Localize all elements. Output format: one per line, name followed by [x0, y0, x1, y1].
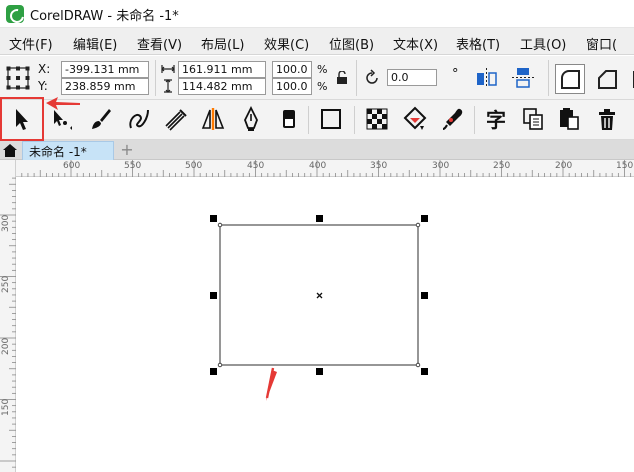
selection-handle-bottom[interactable]: [316, 368, 323, 375]
separator: [474, 106, 475, 134]
property-bar: X: Y: -399.131 mm 238.859 mm 161.911 mm …: [0, 56, 634, 100]
center-marker-icon: [316, 292, 323, 299]
degree-symbol-icon: °: [452, 67, 459, 82]
mirror-vertical-icon[interactable]: [510, 65, 536, 91]
pen-tool-button[interactable]: [234, 102, 268, 136]
annotation-arrow-icon: [46, 97, 80, 110]
transparency-tool-button[interactable]: [360, 102, 394, 136]
separator: [356, 60, 357, 96]
tab-document-label: 未命名 -1*: [29, 145, 87, 159]
menu-effects[interactable]: 效果(C): [264, 34, 309, 53]
dimension-tool-button[interactable]: [196, 102, 230, 136]
ruler-label: 150: [1, 398, 11, 416]
scale-width-field[interactable]: 100.0: [272, 61, 312, 78]
node[interactable]: [217, 222, 223, 228]
scale-height-percent: %: [317, 80, 328, 93]
menu-view[interactable]: 查看(V): [137, 34, 182, 53]
rectangle-tool-button[interactable]: [314, 102, 348, 136]
menu-table[interactable]: 表格(T): [456, 34, 500, 53]
text-tool-button[interactable]: 字: [480, 102, 514, 136]
scale-width-percent: %: [317, 63, 328, 76]
home-icon[interactable]: [2, 142, 18, 158]
separator: [308, 106, 309, 134]
ruler-label: 300: [1, 214, 11, 232]
separator: [548, 60, 549, 96]
smart-drawing-tool-button[interactable]: [158, 102, 192, 136]
menu-bitmaps[interactable]: 位图(B): [329, 34, 374, 53]
interactive-fill-tool-button[interactable]: [398, 102, 432, 136]
rotation-icon: [362, 68, 382, 88]
reference-point-icon[interactable]: [4, 64, 32, 92]
height-field[interactable]: 114.482 mm: [178, 78, 266, 95]
height-icon: [160, 79, 176, 93]
separator: [155, 60, 156, 96]
node[interactable]: [217, 362, 223, 368]
delete-button[interactable]: [590, 102, 624, 136]
rotation-field[interactable]: 0.0: [387, 69, 437, 86]
ruler-label: 200: [555, 161, 573, 171]
selection-handle-top-right[interactable]: [421, 215, 428, 222]
paste-button[interactable]: [552, 102, 586, 136]
scallop-corner-icon[interactable]: [592, 64, 622, 94]
node[interactable]: [415, 362, 421, 368]
svg-text:字: 字: [486, 108, 506, 132]
lock-ratio-icon[interactable]: [334, 70, 350, 86]
ruler-label: 250: [1, 275, 11, 293]
title-bar: CorelDRAW - 未命名 -1*: [0, 0, 634, 28]
ruler-label: 500: [185, 161, 203, 171]
selection-handle-bottom-right[interactable]: [421, 368, 428, 375]
copy-properties-button[interactable]: [516, 102, 550, 136]
selection-handle-right[interactable]: [421, 292, 428, 299]
selection-handle-bottom-left[interactable]: [210, 368, 217, 375]
menu-tools[interactable]: 工具(O): [520, 34, 566, 53]
node[interactable]: [415, 222, 421, 228]
menu-text[interactable]: 文本(X): [393, 34, 438, 53]
window-title: CorelDRAW - 未命名 -1*: [30, 9, 179, 24]
document-tab-bar: 未命名 -1* +: [0, 140, 634, 160]
ruler-label: 600: [63, 161, 81, 171]
ruler-label: 350: [370, 161, 388, 171]
chamfer-corner-icon[interactable]: [626, 64, 634, 94]
y-label: Y:: [38, 79, 48, 93]
toolbox: 字: [0, 100, 634, 140]
pick-tool-highlight: [0, 97, 44, 141]
eyedropper-tool-button[interactable]: [436, 102, 470, 136]
artistic-media-tool-button[interactable]: [84, 102, 118, 136]
vertical-ruler[interactable]: 300 250 200 150: [0, 160, 16, 472]
horizontal-ruler[interactable]: 600 550 500 450 400 350 300 250 200 150: [16, 160, 634, 177]
drawing-canvas[interactable]: [17, 178, 634, 472]
width-icon: [160, 62, 176, 76]
ruler-label: 450: [247, 161, 265, 171]
menu-layout[interactable]: 布局(L): [201, 34, 244, 53]
selection-handle-top[interactable]: [316, 215, 323, 222]
x-label: X:: [38, 62, 51, 76]
y-position-field[interactable]: 238.859 mm: [61, 78, 149, 95]
menu-bar: 文件(F) 编辑(E) 查看(V) 布局(L) 效果(C) 位图(B) 文本(X…: [0, 28, 634, 55]
x-position-field[interactable]: -399.131 mm: [61, 61, 149, 78]
coreldraw-app-icon: [6, 5, 24, 23]
mirror-horizontal-icon[interactable]: [474, 65, 500, 91]
separator: [354, 106, 355, 134]
ruler-label: 400: [309, 161, 327, 171]
freehand-tool-button[interactable]: [122, 102, 156, 136]
selection-handle-left[interactable]: [210, 292, 217, 299]
width-field[interactable]: 161.911 mm: [178, 61, 266, 78]
ruler-label: 250: [493, 161, 511, 171]
selection-handle-top-left[interactable]: [210, 215, 217, 222]
eraser-tool-button[interactable]: [272, 102, 306, 136]
menu-edit[interactable]: 编辑(E): [73, 34, 117, 53]
ruler-label: 300: [432, 161, 450, 171]
menu-window[interactable]: 窗口(: [586, 34, 617, 53]
ruler-label: 200: [1, 337, 11, 355]
scale-height-field[interactable]: 100.0: [272, 78, 312, 95]
ruler-label: 150: [616, 161, 634, 171]
tab-document[interactable]: 未命名 -1*: [22, 141, 114, 160]
menu-file[interactable]: 文件(F): [9, 34, 53, 53]
add-tab-button[interactable]: +: [118, 141, 136, 159]
round-corner-icon[interactable]: [555, 64, 585, 94]
ruler-label: 550: [124, 161, 142, 171]
